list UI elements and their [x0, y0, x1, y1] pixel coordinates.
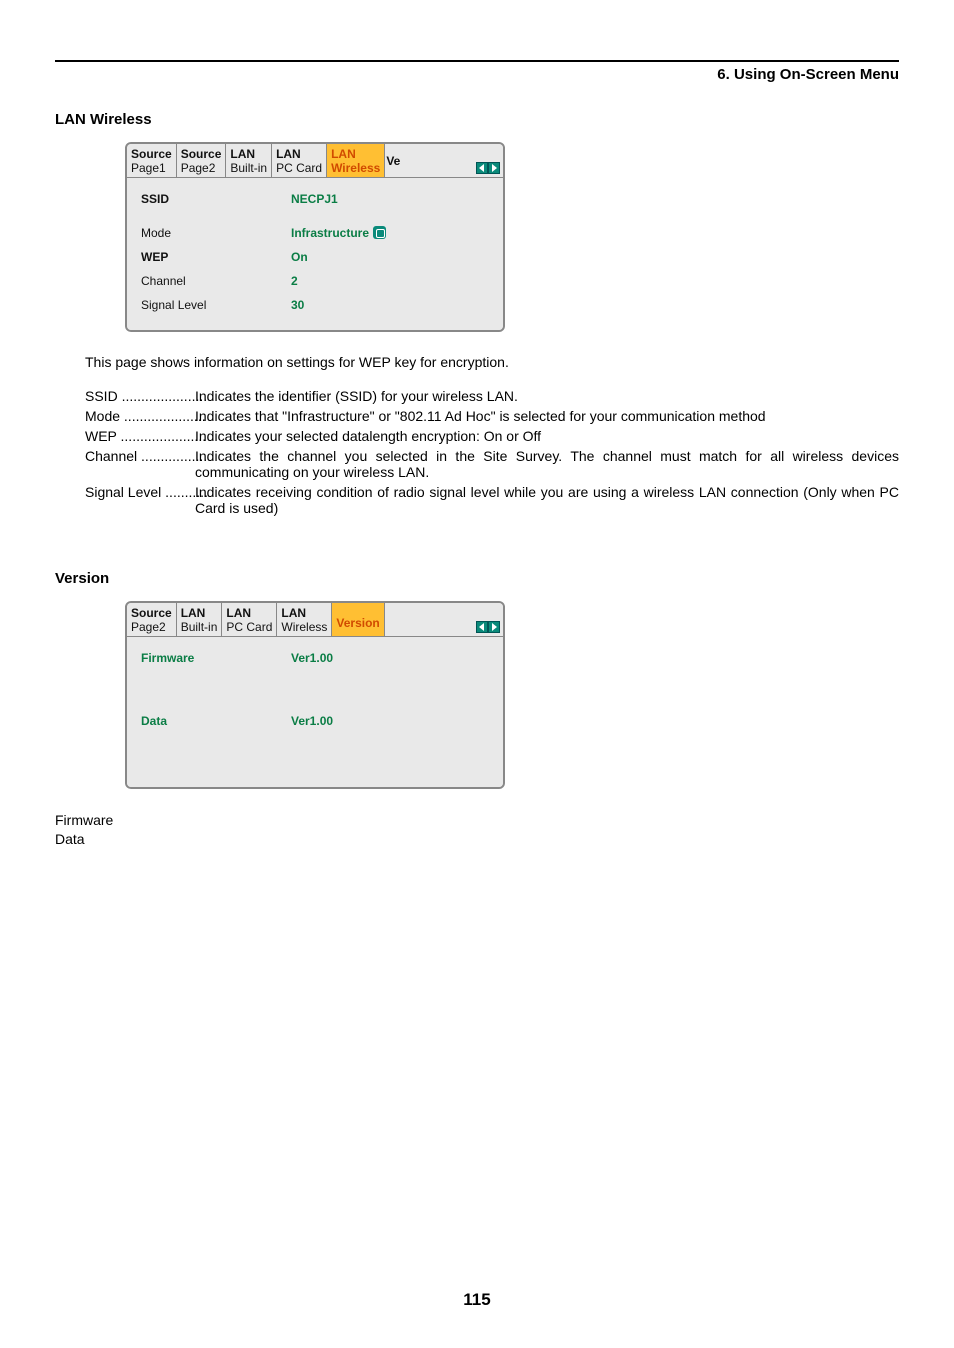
row-label-wep: WEP: [141, 250, 291, 264]
osd-body-version: Firmware Ver1.00 Data Ver1.00: [127, 637, 503, 787]
row-label-ssid: SSID: [141, 192, 291, 206]
below-lines: Firmware Data: [55, 811, 899, 849]
osd-panel-lan-wireless: Source Page1 Source Page2 LAN Built-in L…: [125, 142, 505, 332]
line-data: Data: [55, 830, 899, 849]
def-mode: Mode ..................... Indicates tha…: [85, 408, 899, 424]
row-label-data: Data: [141, 714, 291, 769]
tab-lan-pccard[interactable]: LAN PC Card: [272, 144, 327, 177]
tab-v-source-page2[interactable]: Source Page2: [127, 603, 177, 636]
osd-body-lan-wireless: SSID NECPJ1 Mode Infrastructure WEP On C…: [127, 178, 503, 330]
intro-paragraph: This page shows information on settings …: [85, 354, 899, 370]
line-firmware: Firmware: [55, 811, 899, 830]
scroll-left-icon[interactable]: [476, 162, 488, 174]
tab-lan-builtin[interactable]: LAN Built-in: [226, 144, 272, 177]
osd-tabs-lan-wireless: Source Page1 Source Page2 LAN Built-in L…: [127, 144, 503, 178]
osd-tabs-version: Source Page2 LAN Built-in LAN PC Card LA…: [127, 603, 503, 637]
def-ssid: SSID ...................... Indicates th…: [85, 388, 899, 404]
scroll-right-icon[interactable]: [488, 621, 500, 633]
def-channel: Channel ................. Indicates the …: [85, 448, 899, 480]
tab-v-version[interactable]: Version: [332, 603, 384, 636]
row-value-wep: On: [291, 250, 489, 264]
row-label-signal: Signal Level: [141, 298, 291, 312]
page-number: 115: [0, 1290, 954, 1310]
definition-list: SSID ...................... Indicates th…: [85, 388, 899, 516]
tab-scroll: [476, 144, 503, 177]
tab-lan-wireless[interactable]: LAN Wireless: [327, 144, 385, 177]
tab-v-lan-pccard[interactable]: LAN PC Card: [222, 603, 277, 636]
row-label-firmware: Firmware: [141, 651, 291, 706]
def-signal: Signal Level ........... Indicates recei…: [85, 484, 899, 516]
row-value-signal: 30: [291, 298, 489, 312]
infrastructure-icon: [373, 226, 386, 239]
chapter-title: 6. Using On-Screen Menu: [55, 66, 899, 83]
tab-v-lan-builtin[interactable]: LAN Built-in: [177, 603, 223, 636]
tab-v-lan-wireless[interactable]: LAN Wireless: [277, 603, 332, 636]
row-label-mode: Mode: [141, 226, 291, 240]
osd-panel-version: Source Page2 LAN Built-in LAN PC Card LA…: [125, 601, 505, 789]
tab-cutoff[interactable]: Ve: [385, 144, 403, 177]
row-value-channel: 2: [291, 274, 489, 288]
def-wep: WEP ...................... Indicates you…: [85, 428, 899, 444]
section-heading-lan-wireless: LAN Wireless: [55, 111, 899, 128]
row-label-channel: Channel: [141, 274, 291, 288]
row-value-mode: Infrastructure: [291, 226, 489, 240]
tab-source-page1[interactable]: Source Page1: [127, 144, 177, 177]
scroll-left-icon[interactable]: [476, 621, 488, 633]
section-heading-version: Version: [55, 570, 899, 587]
tab-scroll-v: [476, 603, 503, 636]
row-value-data: Ver1.00: [291, 714, 489, 769]
scroll-right-icon[interactable]: [488, 162, 500, 174]
top-rule: [55, 60, 899, 62]
row-value-firmware: Ver1.00: [291, 651, 489, 706]
tab-source-page2[interactable]: Source Page2: [177, 144, 227, 177]
row-value-ssid: NECPJ1: [291, 192, 489, 206]
